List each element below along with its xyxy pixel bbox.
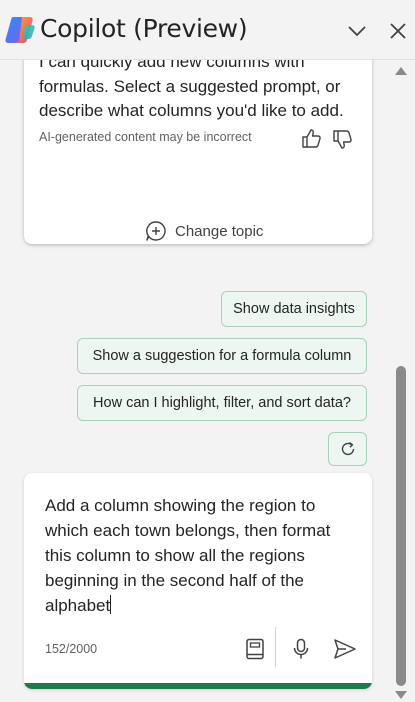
conversation-pane: I can quickly add new columns with formu… — [0, 60, 415, 702]
pane-scrollbar[interactable] — [394, 60, 408, 702]
close-icon — [390, 23, 406, 39]
refresh-suggestions-button[interactable] — [328, 432, 367, 466]
send-icon — [334, 639, 356, 659]
scrollbar-thumb[interactable] — [396, 366, 406, 686]
suggestion-highlight-filter-sort[interactable]: How can I highlight, filter, and sort da… — [77, 385, 367, 421]
prompt-input-text: Add a column showing the region to which… — [45, 496, 331, 615]
suggestion-data-insights[interactable]: Show data insights — [221, 291, 367, 327]
prompt-composer[interactable]: Add a column showing the region to which… — [24, 473, 372, 689]
thumbs-up-icon[interactable] — [300, 128, 322, 150]
prompt-guide-button[interactable] — [242, 636, 268, 662]
book-icon — [246, 638, 264, 660]
collapse-button[interactable] — [344, 18, 370, 44]
copilot-logo-icon — [5, 17, 35, 43]
change-topic-label: Change topic — [175, 222, 264, 240]
close-button[interactable] — [385, 18, 411, 44]
change-topic-button[interactable]: Change topic — [145, 220, 263, 242]
send-button[interactable] — [332, 636, 358, 662]
message-text: I can quickly add new columns with formu… — [39, 60, 344, 120]
composer-divider — [275, 627, 276, 667]
copilot-header: Copilot (Preview) — [0, 0, 415, 60]
page-title: Copilot (Preview) — [40, 14, 248, 43]
thumbs-down-icon[interactable] — [331, 128, 353, 150]
scroll-down-arrow-icon[interactable] — [395, 691, 407, 699]
copilot-message-card: I can quickly add new columns with formu… — [24, 60, 372, 244]
scroll-up-arrow-icon[interactable] — [395, 67, 407, 75]
microphone-icon — [293, 638, 309, 659]
chat-add-icon — [146, 221, 166, 241]
prompt-input[interactable]: Add a column showing the region to which… — [45, 493, 355, 618]
refresh-icon — [341, 441, 354, 456]
ai-disclaimer: AI-generated content may be incorrect — [39, 130, 252, 144]
suggestion-formula-column[interactable]: Show a suggestion for a formula column — [77, 338, 367, 374]
microphone-button[interactable] — [288, 636, 314, 662]
text-caret — [110, 595, 112, 614]
chevron-down-icon — [348, 26, 366, 37]
character-counter: 152/2000 — [45, 642, 98, 656]
composer-accent-bar — [24, 683, 372, 689]
